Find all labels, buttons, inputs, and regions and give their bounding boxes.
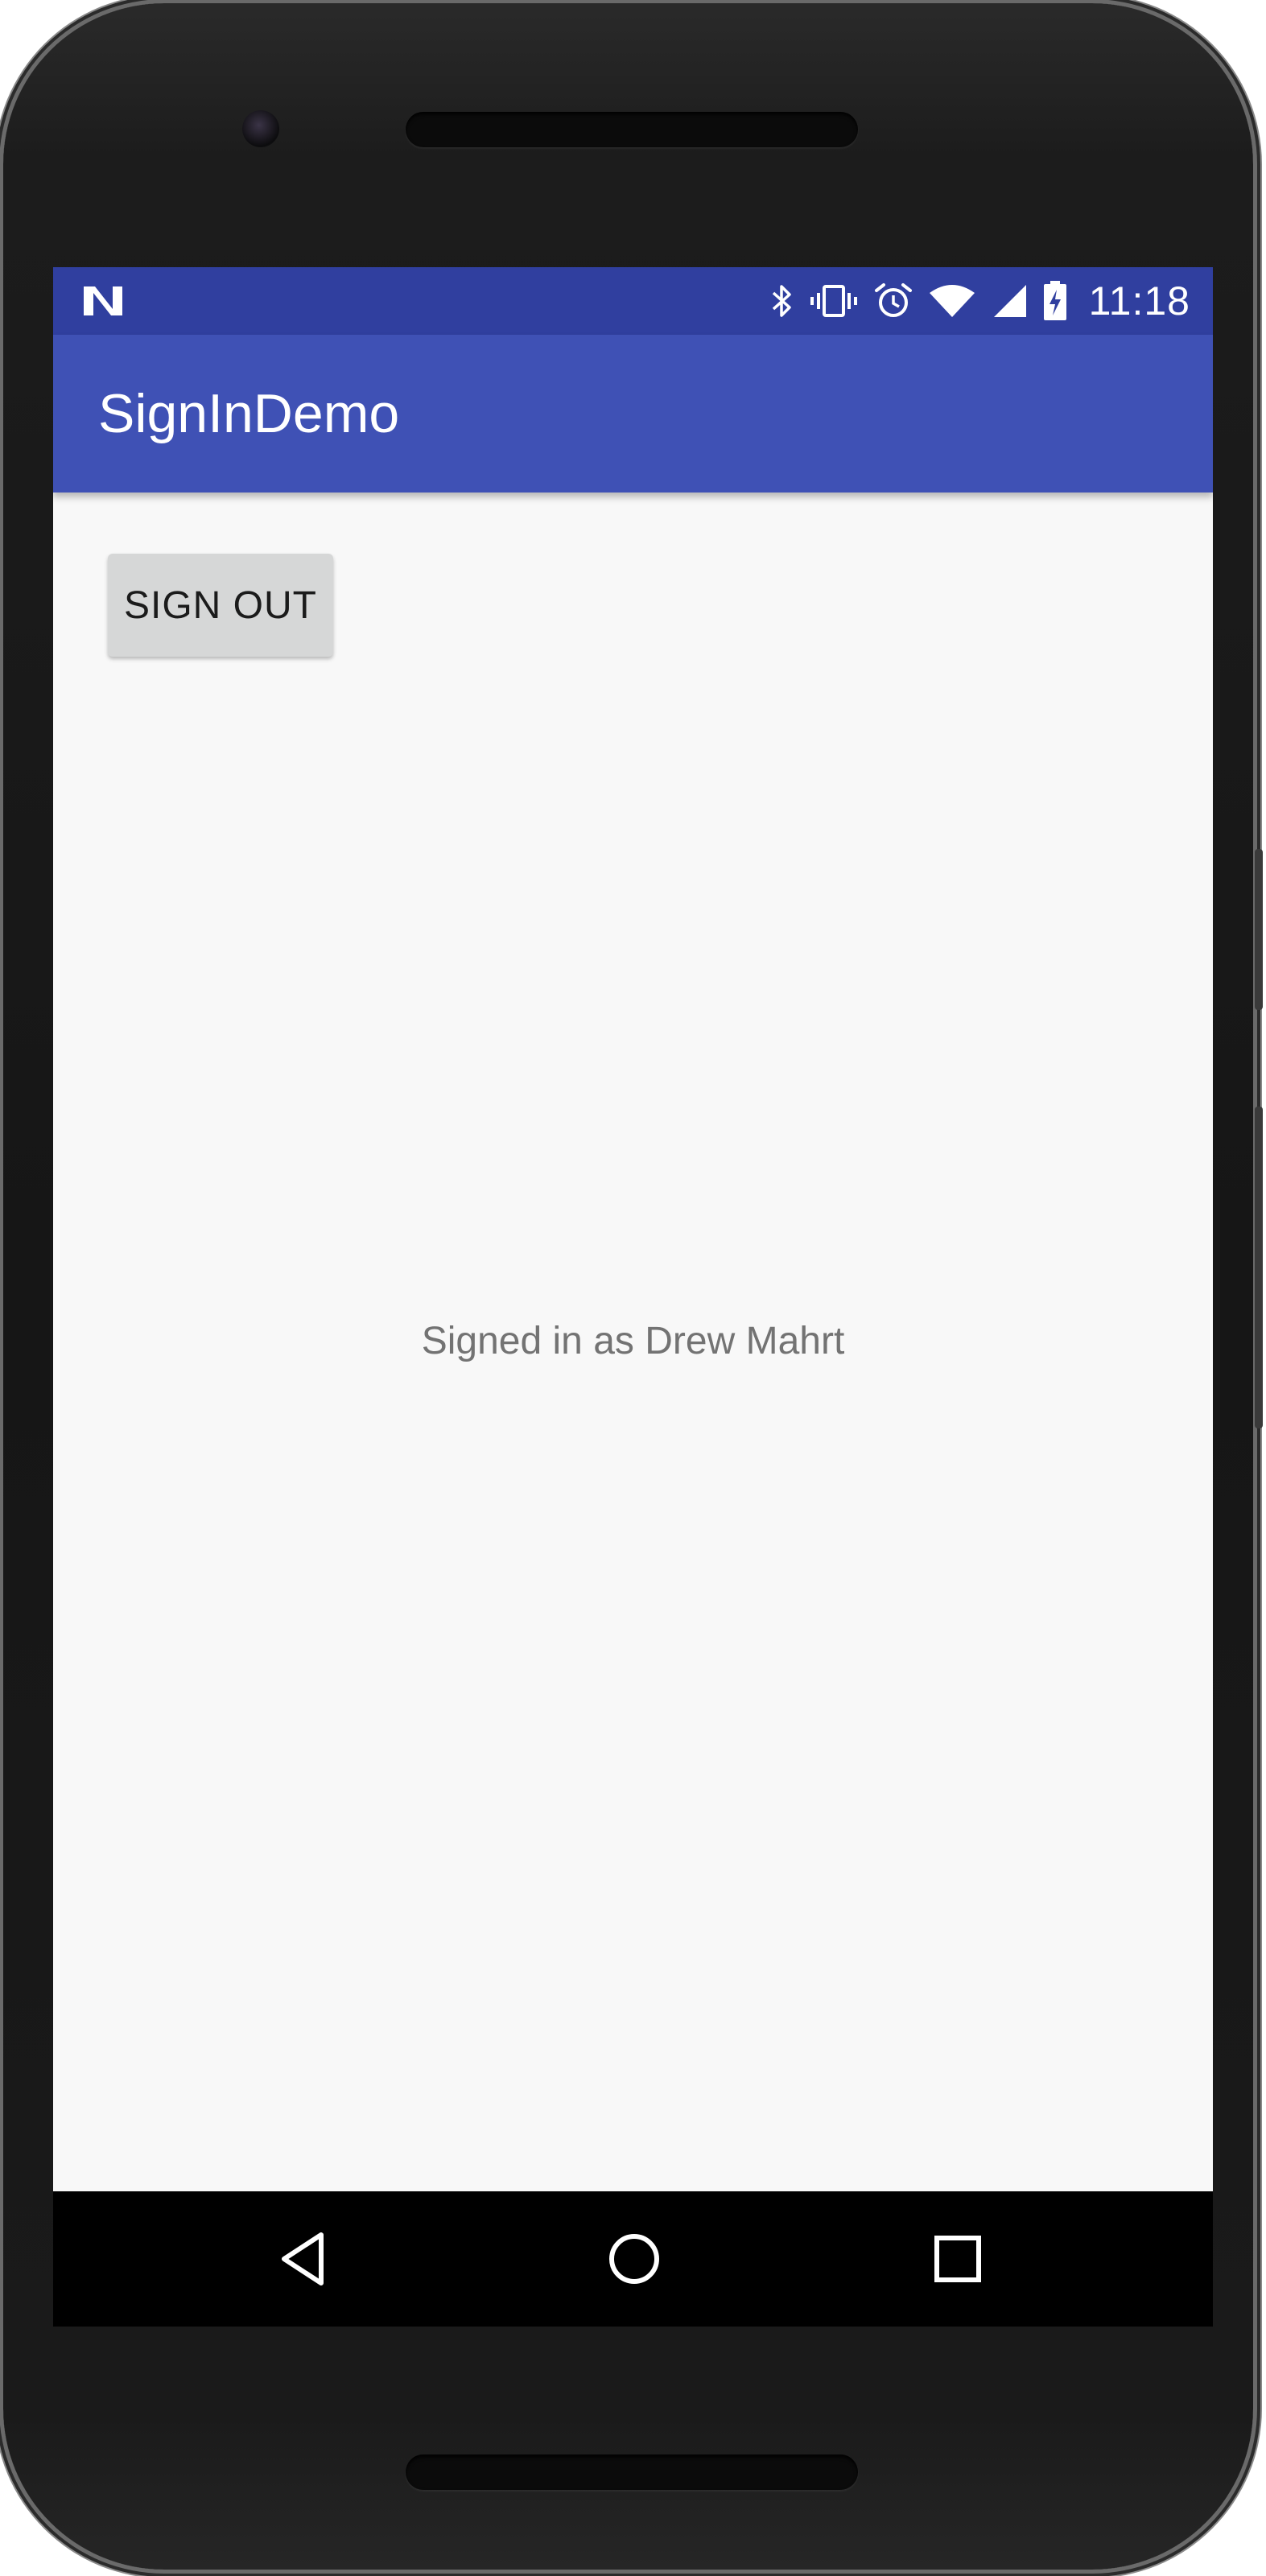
- alarm-icon: [874, 283, 912, 317]
- recents-button[interactable]: [893, 2191, 1022, 2327]
- status-clock: 11:18: [1088, 278, 1190, 324]
- battery-charging-icon: [1043, 281, 1066, 320]
- home-icon: [609, 2234, 659, 2284]
- recents-icon: [934, 2236, 981, 2282]
- wifi-icon: [929, 285, 975, 317]
- main-content: SIGN OUT Signed in as Drew Mahrt: [53, 493, 1213, 2191]
- app-bar: SignInDemo: [53, 335, 1213, 493]
- app-title: SignInDemo: [98, 383, 400, 444]
- navigation-bar: [53, 2191, 1213, 2327]
- top-speaker-grille: [406, 112, 858, 147]
- nougat-n-icon: [84, 286, 122, 315]
- status-icons: 11:18: [770, 267, 1190, 335]
- power-button[interactable]: [1255, 849, 1263, 1010]
- home-button[interactable]: [570, 2191, 699, 2327]
- signed-in-status-text: Signed in as Drew Mahrt: [421, 1320, 845, 1362]
- sign-out-button[interactable]: SIGN OUT: [108, 554, 333, 657]
- bluetooth-icon: [772, 285, 791, 317]
- back-icon: [282, 2232, 324, 2285]
- front-camera: [242, 110, 279, 147]
- bottom-speaker-grille: [406, 2454, 858, 2490]
- vibrate-icon: [810, 285, 857, 317]
- cellular-signal-icon: [993, 285, 1026, 317]
- device-screen: 11:18 SignInDemo SIGN OUT Signed in as D…: [53, 267, 1213, 2327]
- phone-frame: 11:18 SignInDemo SIGN OUT Signed in as D…: [3, 3, 1253, 2570]
- volume-rocker[interactable]: [1255, 1107, 1263, 1428]
- back-button[interactable]: [240, 2191, 369, 2327]
- status-bar: 11:18: [53, 267, 1213, 335]
